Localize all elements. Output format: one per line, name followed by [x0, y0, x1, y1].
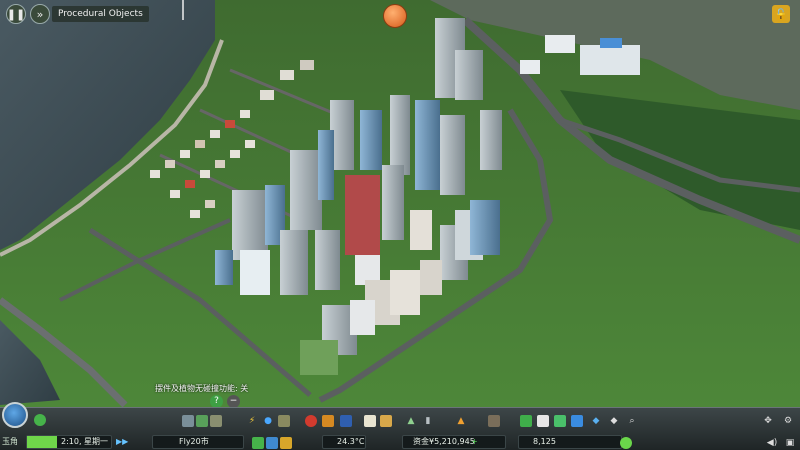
demand-residential-icon	[252, 437, 264, 449]
parks-icon[interactable]	[380, 415, 392, 427]
temperature: 24.3°C	[337, 437, 365, 446]
district-icon[interactable]	[210, 415, 222, 427]
speed-icon: »	[36, 7, 44, 21]
landscaping-icon[interactable]	[488, 415, 500, 427]
fire-icon[interactable]	[322, 415, 334, 427]
time-panel: 2:10, 星期一	[26, 435, 112, 449]
monument-icon[interactable]: ▲	[405, 415, 417, 427]
demand-industrial-icon	[280, 437, 292, 449]
unlock-milestone-icon[interactable]	[383, 4, 407, 28]
chirper-icon[interactable]	[34, 414, 46, 426]
move-icon[interactable]: ✥	[762, 415, 774, 427]
search-icon[interactable]: ⌕	[626, 415, 638, 427]
corner-label: 玉角	[2, 437, 18, 446]
main-toolbar: ⚡ ● ▲ ▮ ▲ ◆ ◆ ⌕ ✥ ⚙ 玉角 2:10, 星期一 ▶▶ Fly2…	[0, 407, 800, 450]
population-panel[interactable]: 8,125	[518, 435, 622, 449]
zone-office-icon[interactable]	[571, 415, 583, 427]
happiness-icon	[620, 437, 632, 449]
toolbar-tool-row: ⚡ ● ▲ ▮ ▲ ◆ ◆ ⌕ ✥ ⚙	[0, 412, 800, 430]
pause-icon: ❚❚	[6, 7, 26, 21]
demand-commercial-icon	[266, 437, 278, 449]
decorations-icon[interactable]: ▲	[455, 415, 467, 427]
income-text: +¥35,874	[471, 437, 504, 450]
healthcare-icon[interactable]	[305, 415, 317, 427]
city-scene[interactable]	[0, 0, 800, 450]
zone-residential-icon[interactable]	[520, 415, 532, 427]
garbage-icon[interactable]	[278, 415, 290, 427]
procedural-objects-button[interactable]: Procedural Objects	[52, 6, 149, 22]
pause-button[interactable]: ❚❚	[6, 4, 26, 24]
game-viewport[interactable]: ❚❚ » Procedural Objects 🔓 摆件及植物无碰撞功能: 关 …	[0, 0, 800, 450]
zone-commercial-icon[interactable]	[537, 415, 549, 427]
zoning-icon[interactable]	[196, 415, 208, 427]
water-icon[interactable]: ●	[262, 415, 274, 427]
speed-button[interactable]: »	[30, 4, 50, 24]
population-count: 8,125	[533, 437, 556, 446]
unlock-icon[interactable]: 🔓	[772, 5, 790, 23]
gear-icon[interactable]: ⚙	[782, 415, 794, 427]
funds-text: 资金¥5,210,945	[413, 437, 475, 446]
water-tool-icon[interactable]: ◆	[590, 415, 602, 427]
police-icon[interactable]	[340, 415, 352, 427]
info-views-icon[interactable]	[2, 402, 28, 428]
speed-indicator[interactable]: ▶▶	[116, 436, 128, 448]
city-name-panel[interactable]: Fly20市	[152, 435, 244, 449]
toolbar-status-row: 玉角 2:10, 星期一 ▶▶ Fly20市 24.3°C 资金¥5,210,9…	[0, 434, 800, 450]
roads-icon[interactable]	[182, 415, 194, 427]
collision-toggle-label: 摆件及植物无碰撞功能: 关	[155, 384, 249, 393]
radio-icon[interactable]: ▣	[784, 437, 796, 449]
transport-icon[interactable]: ▮	[422, 415, 434, 427]
electricity-icon[interactable]: ⚡	[246, 415, 258, 427]
funds-panel[interactable]: 资金¥5,210,945 +¥35,874	[402, 435, 506, 450]
temperature-panel: 24.3°C	[322, 435, 366, 449]
gem-icon[interactable]: ◆	[608, 415, 620, 427]
time-text: 2:10, 星期一	[61, 437, 109, 446]
education-icon[interactable]	[364, 415, 376, 427]
zone-industrial-icon[interactable]	[554, 415, 566, 427]
city-name: Fly20市	[179, 437, 209, 446]
sound-icon[interactable]: ◀)	[766, 437, 778, 449]
